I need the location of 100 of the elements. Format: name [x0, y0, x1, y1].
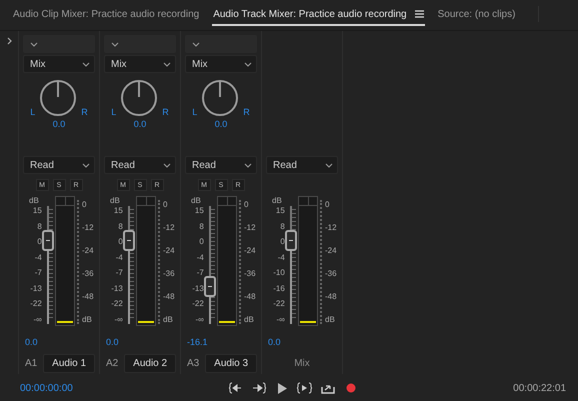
- track-name-field[interactable]: Audio 3: [205, 354, 257, 373]
- fader-scale-label: -13: [30, 284, 42, 293]
- play-in-to-out-button[interactable]: [296, 381, 312, 395]
- pan-value[interactable]: 0.0: [104, 119, 176, 129]
- fader-scale-label: 8: [280, 222, 285, 231]
- meter-scale-label: -24: [325, 246, 337, 255]
- meter-scale-label: dB: [244, 315, 255, 324]
- fader-scale-label: -7: [196, 268, 204, 278]
- fader-scale-label: 15: [276, 206, 285, 215]
- fader-scale-label: 15: [194, 206, 204, 215]
- meter-scale-label: dB: [163, 315, 174, 324]
- pan-knob[interactable]: [39, 79, 78, 117]
- pan-right-label: R: [243, 107, 250, 117]
- meter-scale-label: -24: [82, 246, 94, 255]
- pan-right-label: R: [162, 107, 169, 117]
- menu-icon[interactable]: [414, 10, 424, 18]
- go-to-out-button[interactable]: [250, 381, 266, 395]
- fader-scale-label: -22: [192, 299, 204, 308]
- meter-scale-label: 0: [325, 200, 330, 209]
- chevron-icon: [192, 42, 200, 46]
- automation-dropdown[interactable]: Read: [266, 156, 338, 174]
- fader-scale-label: 0: [118, 237, 123, 246]
- track-name-field[interactable]: Audio 1: [43, 354, 95, 373]
- current-timecode[interactable]: 00:00:00:00: [20, 382, 228, 394]
- automation-dropdown[interactable]: Read: [104, 156, 176, 174]
- pan-value[interactable]: 0.0: [23, 119, 95, 129]
- pan-left-label: L: [111, 107, 116, 117]
- fader-scale-label: 8: [199, 222, 204, 231]
- fader-thumb[interactable]: [42, 230, 54, 252]
- fader-scale-label: -10: [273, 268, 285, 278]
- automation-dropdown[interactable]: Read: [23, 156, 95, 174]
- meter-scale-label: -12: [244, 223, 256, 232]
- volume-value[interactable]: 0.0: [266, 337, 338, 349]
- fader-thumb[interactable]: [284, 230, 297, 252]
- fader-scale-label: -13: [192, 284, 204, 293]
- fader-scale-label: -∞: [33, 314, 42, 324]
- meter-scale-label: -48: [163, 292, 175, 301]
- meter-scale-label: -12: [82, 223, 94, 232]
- fader-scale-label: 15: [114, 206, 123, 215]
- expand-icon[interactable]: [6, 37, 12, 45]
- fader-thumb[interactable]: [204, 276, 216, 297]
- automation-dropdown[interactable]: Read: [185, 156, 257, 174]
- chevron-icon: [163, 162, 171, 168]
- duration-timecode: 00:00:22:01: [513, 382, 566, 394]
- panel-tab[interactable]: Audio Track Mixer: Practice audio recording: [212, 4, 425, 26]
- pan-left-label: L: [192, 107, 198, 117]
- pan-knob[interactable]: [201, 79, 240, 117]
- meter-scale-label: 0: [82, 200, 88, 209]
- meter-scale-label: -36: [244, 269, 256, 278]
- panel-tab[interactable]: Audio Clip Mixer: Practice audio recording: [12, 4, 200, 26]
- volume-value[interactable]: -16.1: [185, 337, 257, 349]
- fader-scale-label: 0: [199, 237, 204, 246]
- meter-scale-label: -12: [163, 223, 175, 232]
- volume-value[interactable]: 0.0: [104, 337, 176, 349]
- meter-scale-label: -48: [82, 292, 94, 301]
- meter-scale-label: -12: [325, 223, 337, 232]
- fader-scale-label: -22: [273, 299, 285, 308]
- pan-value[interactable]: 0.0: [185, 119, 257, 129]
- meter-scale-label: dB: [325, 315, 336, 324]
- pan-knob[interactable]: [120, 79, 158, 117]
- fader-scale-label: -22: [111, 299, 123, 308]
- chevron-icon: [82, 162, 90, 168]
- volume-value[interactable]: 0.0: [23, 337, 95, 349]
- track-id: A3: [186, 358, 200, 369]
- meter-scale-label: -24: [244, 246, 256, 255]
- fader-scale-label: -22: [30, 299, 42, 308]
- meter-scale-label: -36: [163, 269, 175, 278]
- fader-scale-label: -4: [196, 252, 204, 262]
- fader-scale-label: 0: [37, 237, 42, 246]
- chevron-icon: [82, 62, 90, 66]
- send-dropdown[interactable]: Mix: [104, 55, 176, 73]
- meter-scale-label: -48: [325, 292, 337, 301]
- fader-scale-label: -4: [278, 252, 285, 262]
- fader-thumb[interactable]: [122, 230, 135, 252]
- chevron-icon: [163, 62, 171, 66]
- meter-scale-label: 0: [244, 200, 250, 209]
- fader-unit-label: dB: [109, 196, 121, 206]
- fader-scale-label: -4: [34, 252, 42, 262]
- meter-scale-label: -36: [82, 269, 94, 278]
- fader-scale-label: -4: [116, 252, 123, 262]
- send-dropdown[interactable]: Mix: [185, 55, 257, 73]
- panel-tab[interactable]: Source: (no clips): [436, 4, 516, 26]
- master-name: Mix: [293, 358, 311, 369]
- fader-scale-label: 15: [32, 206, 42, 215]
- track-name-field[interactable]: Audio 2: [124, 354, 176, 373]
- meter-scale-label: -24: [163, 246, 175, 255]
- meter-scale-label: -48: [244, 292, 256, 301]
- meter-scale-label: 0: [163, 200, 168, 209]
- chevron-icon: [244, 62, 252, 66]
- meter-scale-label: -36: [325, 269, 337, 278]
- fader-scale-label: 0: [280, 237, 285, 246]
- fader-scale-label: -∞: [195, 314, 204, 324]
- fader-scale-label: -∞: [114, 314, 123, 324]
- send-dropdown[interactable]: Mix: [23, 55, 95, 73]
- chevron-icon: [30, 42, 38, 46]
- fader-unit-label: dB: [190, 196, 202, 206]
- track-id: A1: [24, 358, 38, 369]
- fader-scale-label: -∞: [276, 314, 285, 324]
- go-to-in-button[interactable]: [228, 381, 244, 395]
- chevron-icon: [325, 162, 333, 168]
